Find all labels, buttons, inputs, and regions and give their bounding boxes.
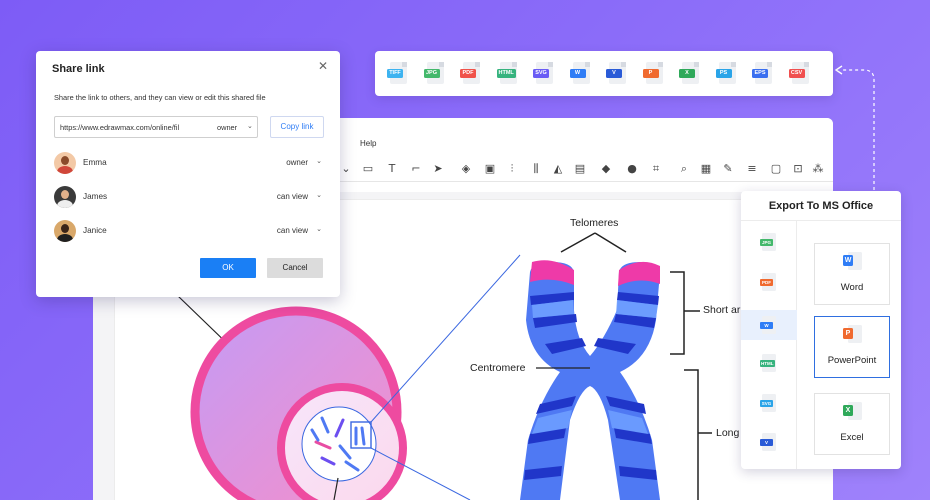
export-ms-office-panel: Export To MS Office JPG PDF W HTML SVG V W Wo… xyxy=(741,191,901,469)
user-row-emma: Emma owner ⌄ xyxy=(54,152,324,174)
user-row-james: James can view ⌄ xyxy=(54,186,324,208)
stage: Help ⌄ ▭ T ⌐ ➤ ◈ ▣ ⫶ ⫼ ◭ ▤ ◆ ● ⌗ ⌕ ▦ ✎ ≡… xyxy=(0,0,930,500)
chevron-down-icon[interactable]: ⌄ xyxy=(247,122,253,130)
close-icon[interactable]: ✕ xyxy=(316,59,330,73)
format-svg-icon[interactable]: SVG xyxy=(533,62,555,86)
telomere-line-right xyxy=(594,232,627,253)
short-arm-label: Short ar xyxy=(703,304,741,316)
telomere-line-left xyxy=(560,232,596,253)
avatar xyxy=(54,186,76,208)
user-row-janice: Janice can view ⌄ xyxy=(54,220,324,242)
user-name: Emma xyxy=(83,158,107,167)
export-option-excel[interactable]: X Excel xyxy=(814,393,890,455)
export-option-word[interactable]: W Word xyxy=(814,243,890,305)
chromosome xyxy=(520,260,660,500)
avatar xyxy=(54,152,76,174)
powerpoint-icon: P xyxy=(843,325,863,347)
word-icon: W xyxy=(843,252,863,274)
format-w-icon[interactable]: W xyxy=(569,62,592,86)
telomeres-label: Telomeres xyxy=(570,217,619,229)
format-csv-icon[interactable]: CSV xyxy=(788,62,811,86)
avatar xyxy=(54,220,76,242)
sidebar-format-v-icon[interactable]: V xyxy=(760,433,777,453)
short-arm-bracket xyxy=(670,271,700,355)
share-link-dialog: Share link ✕ Share the link to others, a… xyxy=(36,51,340,297)
format-sidebar: JPG PDF W HTML SVG V xyxy=(741,221,797,469)
sidebar-format-svg-icon[interactable]: SVG xyxy=(760,394,777,414)
share-url-text: https://www.edrawmax.com/online/fil xyxy=(60,123,180,132)
user-role-select[interactable]: can view xyxy=(277,226,308,235)
link-permission-select[interactable]: owner xyxy=(217,123,237,132)
chevron-down-icon[interactable]: ⌄ xyxy=(316,225,322,233)
sidebar-format-html-icon[interactable]: HTML xyxy=(760,354,777,374)
dialog-title: Share link xyxy=(52,63,105,75)
format-pdf-icon[interactable]: PDF xyxy=(460,62,482,86)
format-tiff-icon[interactable]: TIFF xyxy=(387,62,409,86)
export-format-strip: TIFF JPG PDF HTML SVG W V P X PS EPS CSV xyxy=(375,51,833,96)
user-role-select[interactable]: can view xyxy=(277,192,308,201)
user-name: Janice xyxy=(83,226,107,235)
ok-button[interactable]: OK xyxy=(200,258,256,278)
sidebar-format-w-icon[interactable]: W xyxy=(760,316,777,336)
share-description: Share the link to others, and they can v… xyxy=(54,93,266,102)
long-arm-label: Long xyxy=(716,427,740,439)
panel-title: Export To MS Office xyxy=(768,200,874,212)
format-jpg-icon[interactable]: JPG xyxy=(423,62,446,86)
cancel-button[interactable]: Cancel xyxy=(267,258,323,278)
format-ps-icon[interactable]: PS xyxy=(715,62,738,86)
sidebar-format-pdf-icon[interactable]: PDF xyxy=(760,273,777,293)
export-option-powerpoint[interactable]: P PowerPoint xyxy=(814,316,890,378)
copy-link-button[interactable]: Copy link xyxy=(270,116,324,138)
format-p-icon[interactable]: P xyxy=(642,62,665,86)
excel-icon: X xyxy=(843,402,863,424)
share-url-field[interactable]: https://www.edrawmax.com/online/fil owne… xyxy=(54,116,258,138)
user-role-select[interactable]: owner xyxy=(286,158,308,167)
sidebar-format-jpg-icon[interactable]: JPG xyxy=(760,233,777,253)
chevron-down-icon[interactable]: ⌄ xyxy=(316,157,322,165)
option-label: Word xyxy=(840,282,864,293)
format-x-icon[interactable]: X xyxy=(679,62,701,86)
option-label: PowerPoint xyxy=(827,355,877,366)
format-v-icon[interactable]: V xyxy=(606,62,628,86)
user-name: James xyxy=(83,192,108,201)
zoom-line-top xyxy=(370,254,521,423)
format-eps-icon[interactable]: EPS xyxy=(752,62,774,86)
chevron-down-icon[interactable]: ⌄ xyxy=(316,191,322,199)
centromere-label: Centromere xyxy=(470,362,526,374)
format-html-icon[interactable]: HTML xyxy=(496,62,519,86)
option-label: Excel xyxy=(840,432,864,443)
long-arm-bracket xyxy=(684,369,712,500)
